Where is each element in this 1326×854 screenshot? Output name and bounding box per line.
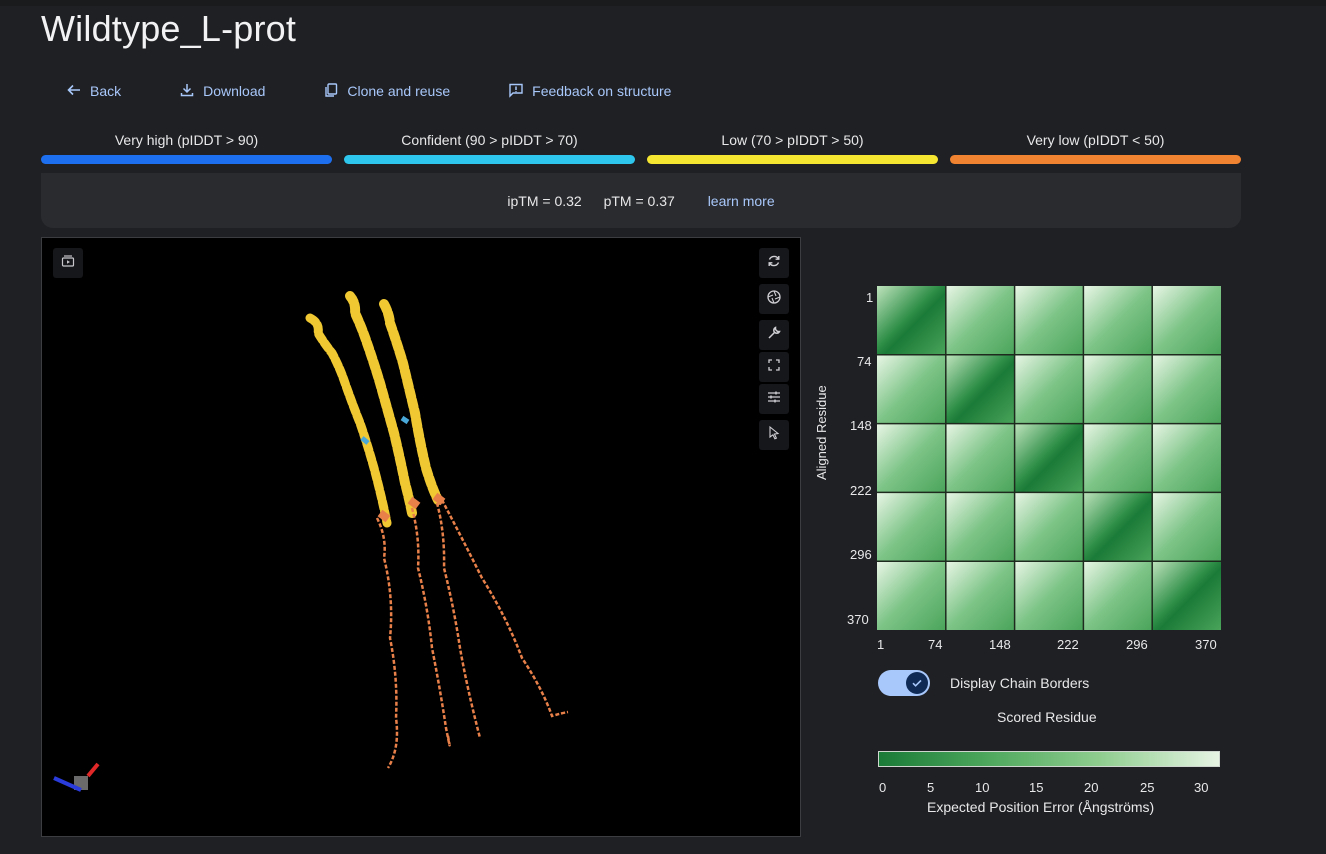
check-icon — [906, 672, 928, 694]
ptm-value: pTM = 0.37 — [603, 193, 675, 209]
pae-plot-panel: Aligned Residue 1 74 148 222 296 370 1 7… — [814, 280, 1240, 840]
pae-block — [1014, 561, 1084, 630]
pae-y-tick-370: 370 — [847, 612, 869, 627]
pae-x-axis-label: Scored Residue — [997, 709, 1097, 725]
pae-block — [1152, 423, 1221, 493]
legend-bar-low — [647, 155, 938, 164]
feedback-label: Feedback on structure — [532, 83, 672, 99]
legend-label-very-high: Very high (pIDDT > 90) — [114, 132, 259, 148]
download-button[interactable]: Download — [169, 78, 275, 104]
colorbar-tick-10: 10 — [975, 780, 990, 795]
pae-block — [1014, 423, 1084, 493]
clone-reuse-button[interactable]: Clone and reuse — [313, 78, 460, 104]
back-button[interactable]: Back — [56, 78, 131, 104]
legend-label-low: Low (70 > pIDDT > 50) — [721, 132, 864, 148]
pae-block — [1083, 354, 1153, 424]
pae-block — [877, 492, 946, 562]
pae-block — [877, 423, 946, 493]
legend-bar-very-high — [41, 155, 332, 164]
chain-borders-toggle-row: Display Chain Borders — [878, 670, 1089, 696]
pae-y-axis-label: Aligned Residue — [814, 385, 829, 480]
colorbar-tick-0: 0 — [879, 780, 887, 795]
legend-bar-very-low — [950, 155, 1241, 164]
learn-more-link[interactable]: learn more — [708, 193, 775, 209]
colorbar-tick-20: 20 — [1084, 780, 1099, 795]
structure-viewer[interactable] — [41, 237, 801, 837]
arrow-left-icon — [66, 82, 82, 101]
pae-block — [945, 561, 1015, 630]
protein-structure-render — [53, 291, 569, 792]
download-label: Download — [203, 83, 266, 99]
top-strip — [0, 0, 1326, 6]
pae-block — [1152, 354, 1221, 424]
copy-icon — [323, 82, 339, 101]
pae-block — [877, 354, 946, 424]
pae-block — [1014, 354, 1084, 424]
pae-block — [945, 492, 1015, 562]
colorbar-tick-15: 15 — [1029, 780, 1044, 795]
pae-block — [1083, 492, 1153, 562]
colorbar-tick-30: 30 — [1194, 780, 1209, 795]
pae-block — [945, 354, 1015, 424]
toolbar: Back Download Clone and reuse Feedback o… — [56, 78, 719, 104]
metrics-panel: ipTM = 0.32 pTM = 0.37 learn more — [41, 173, 1241, 228]
legend-bar-confident — [344, 155, 635, 164]
colorbar-tick-5: 5 — [927, 780, 935, 795]
pae-x-tick-296: 296 — [1126, 637, 1148, 652]
clone-label: Clone and reuse — [347, 83, 451, 99]
pae-heatmap[interactable] — [877, 286, 1221, 630]
colorbar-tick-25: 25 — [1140, 780, 1155, 795]
pae-block — [1152, 492, 1221, 562]
pae-x-tick-1: 1 — [877, 637, 885, 652]
pae-y-tick-296: 296 — [850, 547, 872, 562]
legend-label-confident: Confident (90 > pIDDT > 70) — [401, 132, 578, 148]
pae-block — [1152, 561, 1221, 630]
pae-y-tick-222: 222 — [850, 483, 872, 498]
pae-block — [1083, 423, 1153, 493]
pae-x-tick-222: 222 — [1057, 637, 1079, 652]
feedback-icon — [508, 82, 524, 101]
pae-block — [877, 561, 946, 630]
pae-x-tick-148: 148 — [989, 637, 1011, 652]
axes-indicator — [53, 762, 100, 792]
pae-x-tick-370: 370 — [1195, 637, 1217, 652]
pae-y-tick-74: 74 — [857, 354, 872, 369]
pae-y-tick-148: 148 — [850, 418, 872, 433]
pae-block — [1152, 286, 1221, 355]
feedback-button[interactable]: Feedback on structure — [498, 78, 681, 104]
pae-block — [1083, 286, 1153, 355]
iptm-value: ipTM = 0.32 — [507, 193, 582, 209]
pae-block — [1083, 561, 1153, 630]
page-title: Wildtype_L-prot — [41, 8, 297, 49]
pae-block — [1014, 286, 1084, 355]
download-icon — [179, 82, 195, 101]
pae-y-tick-1: 1 — [866, 290, 874, 305]
chain-borders-label: Display Chain Borders — [950, 675, 1090, 691]
colorbar-label: Expected Position Error (Ångströms) — [927, 799, 1155, 815]
pae-colorbar — [878, 751, 1220, 767]
pae-block — [945, 286, 1015, 355]
back-label: Back — [90, 83, 122, 99]
legend-label-very-low: Very low (pIDDT < 50) — [1026, 132, 1165, 148]
chain-borders-toggle[interactable] — [878, 670, 930, 696]
pae-x-tick-74: 74 — [928, 637, 943, 652]
pae-block — [945, 423, 1015, 493]
pae-block — [1014, 492, 1084, 562]
pae-block — [877, 286, 946, 355]
plddt-legend: Very high (pIDDT > 90) Confident (90 > p… — [41, 132, 1241, 166]
